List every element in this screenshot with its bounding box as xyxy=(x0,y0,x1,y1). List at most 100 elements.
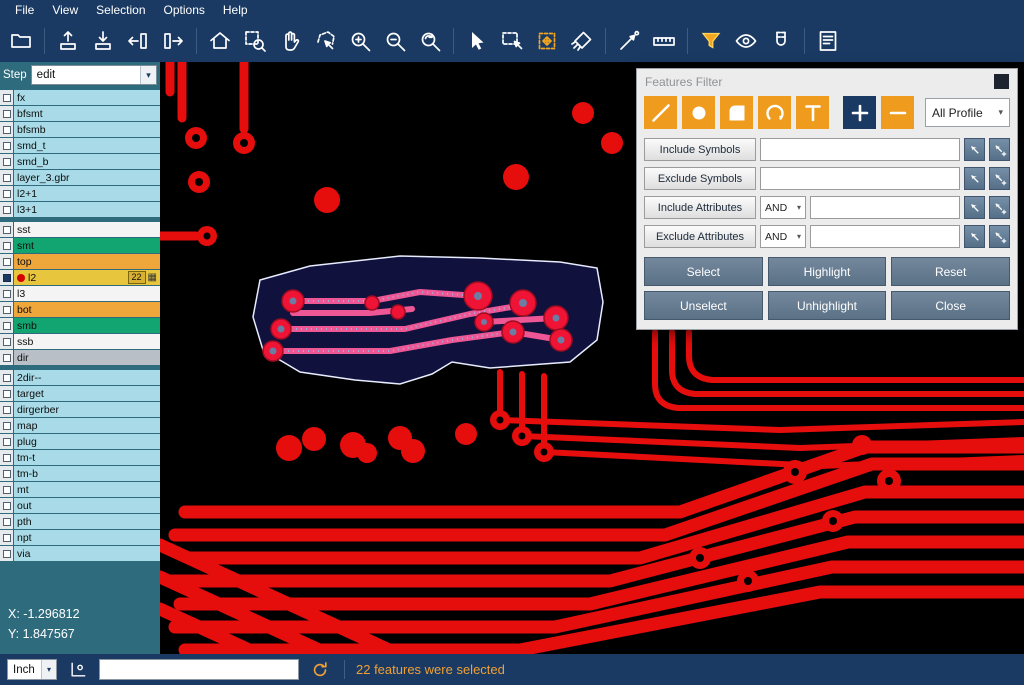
layer-label[interactable]: smt xyxy=(14,238,160,253)
pan-hand-icon[interactable] xyxy=(273,24,307,58)
pick-attribute-add-icon[interactable] xyxy=(989,225,1010,248)
layer-label[interactable]: smd_b xyxy=(14,154,160,169)
open-folder-icon[interactable] xyxy=(4,24,38,58)
layer-visibility-checkbox[interactable] xyxy=(3,258,11,266)
layer-visibility-checkbox[interactable] xyxy=(3,374,11,382)
layer-visibility-checkbox[interactable] xyxy=(3,242,11,250)
layer-label[interactable]: mt xyxy=(14,482,160,497)
include-attributes-and-select[interactable]: AND ▾ xyxy=(760,196,806,219)
layer-row-via[interactable]: via xyxy=(0,546,160,561)
unselect-button[interactable]: Unselect xyxy=(644,291,763,320)
layer-label[interactable]: l2+1 xyxy=(14,186,160,201)
text-feature-icon[interactable] xyxy=(796,96,829,129)
layer-label[interactable]: sst xyxy=(14,222,160,237)
lasso-select-icon[interactable] xyxy=(308,24,342,58)
pick-symbol-icon[interactable] xyxy=(964,167,985,190)
layer-label[interactable]: smd_t xyxy=(14,138,160,153)
exclude-attributes-and-select[interactable]: AND ▾ xyxy=(760,225,806,248)
include-attributes-input[interactable] xyxy=(810,196,960,219)
select-button[interactable]: Select xyxy=(644,257,763,286)
zoom-out-icon[interactable] xyxy=(378,24,412,58)
include-attributes-button[interactable]: Include Attributes xyxy=(644,196,756,219)
zoom-reset-icon[interactable] xyxy=(413,24,447,58)
command-input[interactable] xyxy=(99,659,299,680)
pick-symbol-add-icon[interactable] xyxy=(989,167,1010,190)
layer-row-target[interactable]: target xyxy=(0,386,160,401)
step-select[interactable]: edit ▾ xyxy=(31,65,157,85)
menu-options[interactable]: Options xyxy=(155,0,214,20)
chevron-down-icon[interactable]: ▾ xyxy=(41,660,56,679)
layer-row-dir[interactable]: dir xyxy=(0,350,160,365)
area-select-icon[interactable] xyxy=(495,24,529,58)
layer-visibility-checkbox[interactable] xyxy=(3,142,11,150)
layer-row-bfsmb[interactable]: bfsmb xyxy=(0,122,160,137)
shift-right-icon[interactable] xyxy=(156,24,190,58)
layer-label[interactable]: plug xyxy=(14,434,160,449)
layer-row-mt[interactable]: mt xyxy=(0,482,160,497)
layer-label[interactable]: ssb xyxy=(14,334,160,349)
profile-select[interactable]: All Profile ▾ xyxy=(925,98,1010,127)
unit-select[interactable]: Inch ▾ xyxy=(7,659,57,680)
layer-label[interactable]: l3+1 xyxy=(14,202,160,217)
menu-selection[interactable]: Selection xyxy=(87,0,154,20)
import-bottom-icon[interactable] xyxy=(86,24,120,58)
layer-visibility-checkbox[interactable] xyxy=(3,486,11,494)
menu-help[interactable]: Help xyxy=(214,0,257,20)
layer-row-2dir--[interactable]: 2dir-- xyxy=(0,370,160,385)
layer-label[interactable]: target xyxy=(14,386,160,401)
features-filter-icon[interactable] xyxy=(694,24,728,58)
layer-visibility-checkbox[interactable] xyxy=(3,274,11,282)
pick-attribute-icon[interactable] xyxy=(964,225,985,248)
layer-visibility-checkbox[interactable] xyxy=(3,206,11,214)
layer-visibility-checkbox[interactable] xyxy=(3,290,11,298)
layer-label[interactable]: npt xyxy=(14,530,160,545)
layer-row-npt[interactable]: npt xyxy=(0,530,160,545)
measure-point-icon[interactable] xyxy=(612,24,646,58)
layer-label[interactable]: dirgerber xyxy=(14,402,160,417)
layer-label[interactable]: bfsmb xyxy=(14,122,160,137)
layer-label[interactable]: dir xyxy=(14,350,160,365)
layer-row-dirgerber[interactable]: dirgerber xyxy=(0,402,160,417)
home-view-icon[interactable] xyxy=(203,24,237,58)
sweep-clean-icon[interactable] xyxy=(565,24,599,58)
layer-visibility-checkbox[interactable] xyxy=(3,454,11,462)
line-feature-icon[interactable] xyxy=(644,96,677,129)
layer-visibility-checkbox[interactable] xyxy=(3,518,11,526)
layer-row-bot[interactable]: bot xyxy=(0,302,160,317)
layer-label[interactable]: bfsmt xyxy=(14,106,160,121)
layer-row-fx[interactable]: fx xyxy=(0,90,160,105)
layer-row-tm-b[interactable]: tm-b xyxy=(0,466,160,481)
import-top-icon[interactable] xyxy=(51,24,85,58)
layer-visibility-checkbox[interactable] xyxy=(3,338,11,346)
reset-button[interactable]: Reset xyxy=(891,257,1010,286)
layer-label[interactable]: top xyxy=(14,254,160,269)
layer-row-sst[interactable]: sst xyxy=(0,222,160,237)
layer-row-l3+1[interactable]: l3+1 xyxy=(0,202,160,217)
layer-visibility-checkbox[interactable] xyxy=(3,94,11,102)
layer-label[interactable]: out xyxy=(14,498,160,513)
layer-label[interactable]: fx xyxy=(14,90,160,105)
exclude-symbols-button[interactable]: Exclude Symbols xyxy=(644,167,756,190)
surface-feature-icon[interactable] xyxy=(720,96,753,129)
layer-label[interactable]: tm-b xyxy=(14,466,160,481)
layer-visibility-checkbox[interactable] xyxy=(3,534,11,542)
layer-visibility-checkbox[interactable] xyxy=(3,322,11,330)
chevron-down-icon[interactable]: ▾ xyxy=(140,66,156,84)
layer-label[interactable]: pth xyxy=(14,514,160,529)
layer-label[interactable]: l222▦ xyxy=(14,270,160,285)
layer-label[interactable]: map xyxy=(14,418,160,433)
pointer-icon[interactable] xyxy=(460,24,494,58)
layer-row-bfsmt[interactable]: bfsmt xyxy=(0,106,160,121)
include-symbols-button[interactable]: Include Symbols xyxy=(644,138,756,161)
zoom-in-icon[interactable] xyxy=(343,24,377,58)
pad-feature-icon[interactable] xyxy=(682,96,715,129)
notes-list-icon[interactable] xyxy=(811,24,845,58)
layer-row-map[interactable]: map xyxy=(0,418,160,433)
highlight-button[interactable]: Highlight xyxy=(768,257,887,286)
include-symbols-input[interactable] xyxy=(760,138,960,161)
pick-symbol-icon[interactable] xyxy=(964,138,985,161)
layer-visibility-checkbox[interactable] xyxy=(3,390,11,398)
layer-label[interactable]: tm-t xyxy=(14,450,160,465)
layer-row-top[interactable]: top xyxy=(0,254,160,269)
layer-row-out[interactable]: out xyxy=(0,498,160,513)
